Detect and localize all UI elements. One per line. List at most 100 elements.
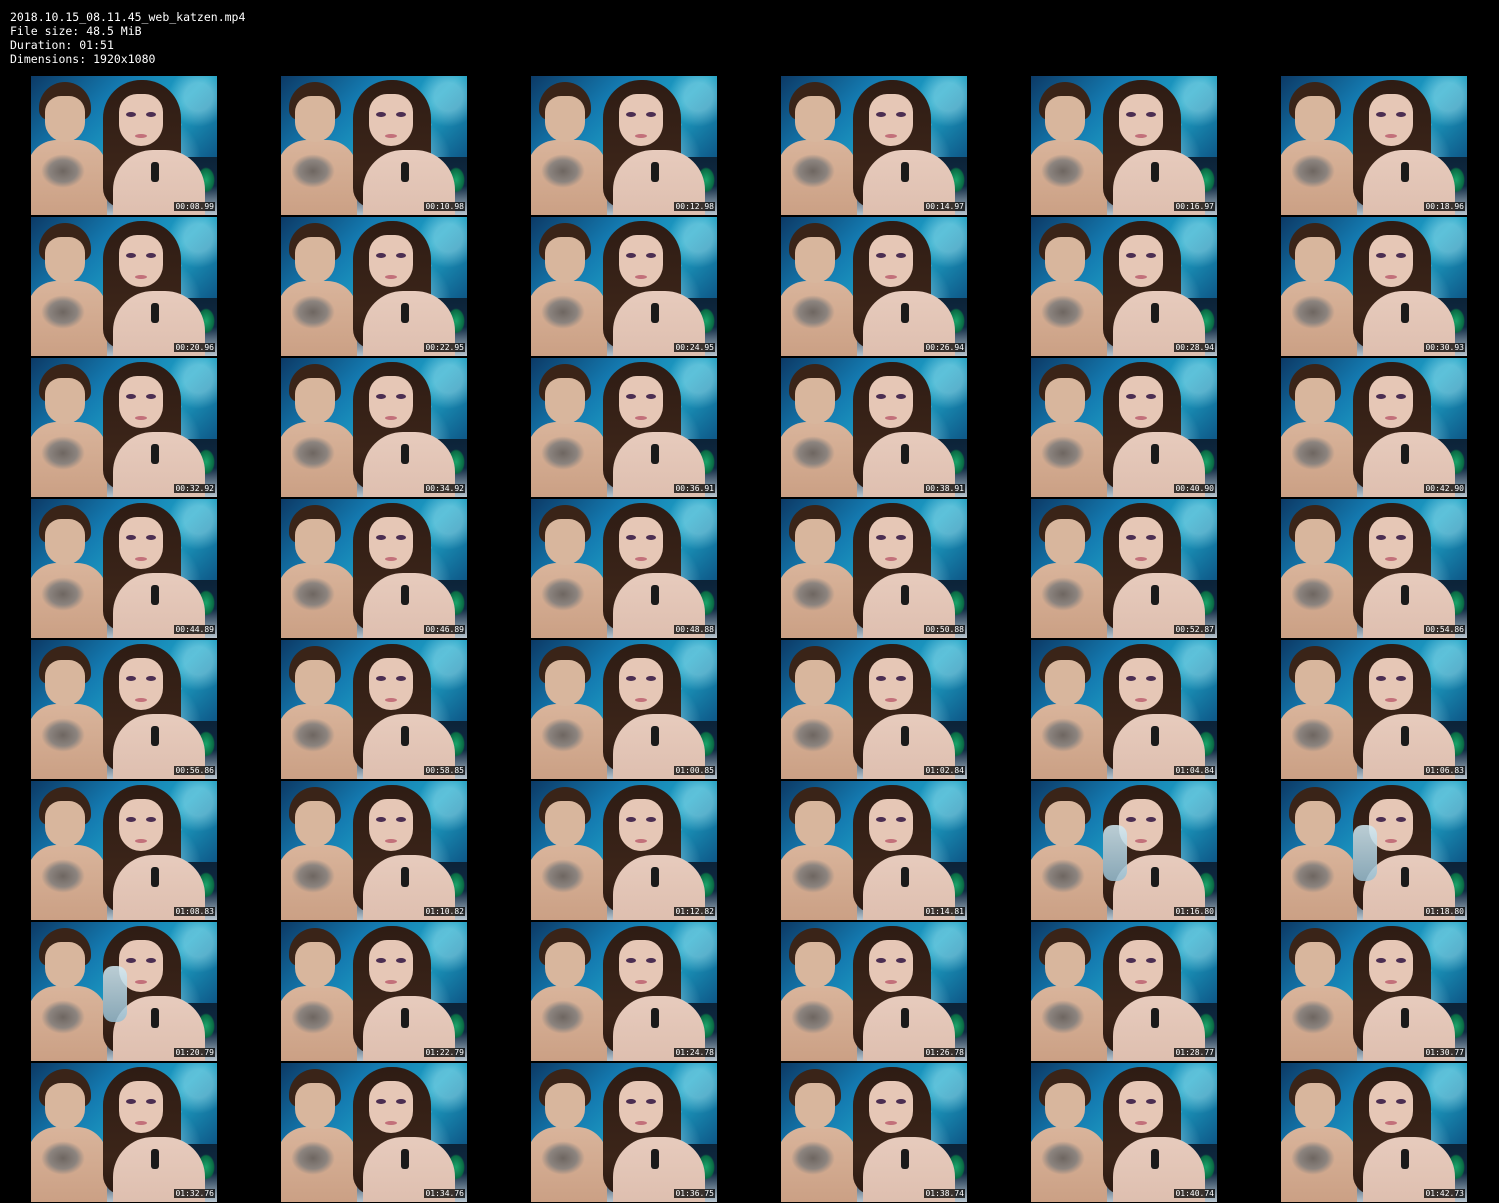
person-right [343,785,455,920]
thumbnail-timestamp: 00:22.95 [424,343,465,352]
person-right [343,644,455,779]
thumbnail-timestamp: 01:18.80 [1424,907,1465,916]
person-left [781,223,857,356]
person-right [1093,221,1205,356]
video-thumbnail: 01:42.73 [1281,1063,1467,1202]
video-thumbnail: 00:50.88 [781,499,967,638]
person-right [1343,80,1455,215]
thumbnail-timestamp: 01:10.82 [424,907,465,916]
video-thumbnail: 00:34.92 [281,358,467,497]
person-right [93,80,205,215]
thumbnail-timestamp: 00:58.85 [424,766,465,775]
video-thumbnail: 00:42.90 [1281,358,1467,497]
bottle-shape [103,966,127,1022]
person-left [281,928,357,1061]
video-thumbnail: 01:08.83 [31,781,217,920]
video-thumbnail: 00:48.88 [531,499,717,638]
thumbnail-timestamp: 01:06.83 [1424,766,1465,775]
person-right [1343,503,1455,638]
thumbnail-timestamp: 01:02.84 [924,766,965,775]
person-right [593,926,705,1061]
person-right [843,644,955,779]
person-left [1031,223,1107,356]
person-left [781,787,857,920]
person-left [531,364,607,497]
video-thumbnail: 01:36.75 [531,1063,717,1202]
video-thumbnail: 01:34.76 [281,1063,467,1202]
video-thumbnail: 00:52.87 [1031,499,1217,638]
video-thumbnail: 00:08.99 [31,76,217,215]
bottle-shape [1353,825,1377,881]
person-right [343,503,455,638]
thumbnail-timestamp: 00:28.94 [1174,343,1215,352]
thumbnail-timestamp: 00:38.91 [924,484,965,493]
thumbnail-timestamp: 01:26.78 [924,1048,965,1057]
video-thumbnail: 00:26.94 [781,217,967,356]
person-left [31,646,107,779]
person-right [843,926,955,1061]
video-thumbnail: 00:12.98 [531,76,717,215]
thumbnail-timestamp: 00:12.98 [674,202,715,211]
person-left [1031,364,1107,497]
thumbnail-timestamp: 00:26.94 [924,343,965,352]
thumbnail-timestamp: 00:30.93 [1424,343,1465,352]
video-thumbnail: 01:28.77 [1031,922,1217,1061]
person-left [531,82,607,215]
thumbnail-timestamp: 00:20.96 [174,343,215,352]
thumbnail-timestamp: 00:10.98 [424,202,465,211]
person-left [281,223,357,356]
person-left [281,505,357,638]
person-left [531,223,607,356]
thumbnail-timestamp: 00:34.92 [424,484,465,493]
video-thumbnail: 00:36.91 [531,358,717,497]
thumbnail-timestamp: 01:12.82 [674,907,715,916]
thumbnail-timestamp: 01:24.78 [674,1048,715,1057]
video-thumbnail: 00:20.96 [31,217,217,356]
bottle-shape [1103,825,1127,881]
person-left [1281,1069,1357,1202]
video-thumbnail: 00:40.90 [1031,358,1217,497]
video-thumbnail: 01:26.78 [781,922,967,1061]
person-left [281,82,357,215]
person-right [1093,926,1205,1061]
thumbnail-timestamp: 01:00.85 [674,766,715,775]
video-thumbnail: 01:00.85 [531,640,717,779]
person-right [343,1067,455,1202]
person-left [1031,1069,1107,1202]
video-thumbnail: 00:18.96 [1281,76,1467,215]
thumbnail-timestamp: 00:16.97 [1174,202,1215,211]
person-right [843,80,955,215]
video-thumbnail: 01:24.78 [531,922,717,1061]
thumbnail-timestamp: 01:34.76 [424,1189,465,1198]
video-thumbnail: 00:14.97 [781,76,967,215]
person-right [593,362,705,497]
person-left [781,928,857,1061]
person-right [93,221,205,356]
thumbnail-timestamp: 01:20.79 [174,1048,215,1057]
person-left [1281,787,1357,920]
person-left [31,82,107,215]
video-thumbnail: 00:58.85 [281,640,467,779]
person-left [1031,82,1107,215]
person-right [93,503,205,638]
person-left [281,364,357,497]
thumbnail-timestamp: 00:48.88 [674,625,715,634]
thumbnail-timestamp: 00:46.89 [424,625,465,634]
video-thumbnail: 01:14.81 [781,781,967,920]
person-left [31,223,107,356]
thumbnail-timestamp: 01:30.77 [1424,1048,1465,1057]
thumbnail-timestamp: 01:14.81 [924,907,965,916]
thumbnail-timestamp: 00:56.86 [174,766,215,775]
person-left [1031,646,1107,779]
video-thumbnail: 01:06.83 [1281,640,1467,779]
video-thumbnail: 00:30.93 [1281,217,1467,356]
thumbnail-timestamp: 00:54.86 [1424,625,1465,634]
person-left [1281,223,1357,356]
person-left [781,646,857,779]
thumbnail-timestamp: 01:08.83 [174,907,215,916]
person-right [593,785,705,920]
person-right [843,362,955,497]
person-left [281,787,357,920]
person-right [343,926,455,1061]
person-right [93,644,205,779]
